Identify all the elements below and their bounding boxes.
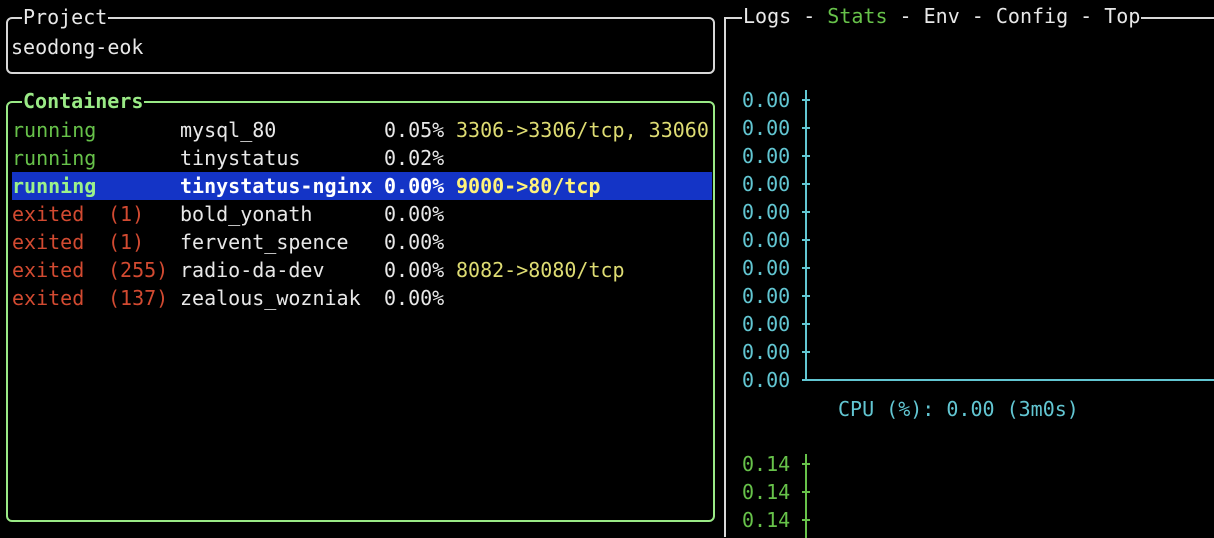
detail-pane-left-border: [724, 17, 726, 537]
container-cpu: 0.00%: [384, 174, 445, 198]
cpu-chart-tick-label: 0.00: [742, 340, 791, 364]
memory-chart-tick-label: 0.14: [742, 452, 791, 476]
container-cpu: 0.00%: [384, 202, 445, 226]
container-cpu: 0.02%: [384, 146, 445, 170]
container-exit-code: (255): [108, 258, 169, 282]
memory-chart-tick-label: 0.14: [742, 480, 791, 504]
container-ports: 9000->80/tcp: [456, 174, 601, 198]
tab-separator: -: [1068, 4, 1105, 28]
container-cpu: 0.00%: [384, 258, 445, 282]
container-state: exited: [12, 230, 85, 254]
cpu-chart-tick-label: 0.00: [742, 144, 791, 168]
container-row[interactable]: running tinystatus-nginx 0.00% 9000->80/tcp: [12, 172, 712, 200]
tab-config[interactable]: Config: [996, 4, 1068, 28]
container-row[interactable]: exited (137) zealous_wozniak 0.00%: [12, 284, 712, 312]
memory-chart-tick-label: 0.14: [742, 508, 791, 532]
tab-env[interactable]: Env: [924, 4, 960, 28]
container-cpu: 0.00%: [384, 286, 445, 310]
cpu-chart-tick-label: 0.00: [742, 200, 791, 224]
container-row[interactable]: exited (255) radio-da-dev 0.00% 8082->8080/t…: [12, 256, 712, 284]
tab-separator: -: [887, 4, 924, 28]
memory-chart-y-axis: [805, 454, 807, 538]
container-name: tinystatus: [180, 146, 301, 170]
container-state: exited: [12, 258, 85, 282]
container-exit-code: (1): [108, 202, 145, 226]
container-row[interactable]: exited (1) bold_yonath 0.00%: [12, 200, 712, 228]
tab-separator: -: [791, 4, 828, 28]
cpu-chart-tick-label: 0.00: [742, 116, 791, 140]
cpu-chart-y-axis: [805, 90, 807, 380]
tab-stats[interactable]: Stats: [827, 4, 887, 28]
project-pane-title: Project: [22, 3, 109, 31]
detail-tabs: Logs - Stats - Env - Config - Top: [742, 2, 1142, 30]
container-cpu: 0.00%: [384, 230, 445, 254]
container-name: zealous_wozniak: [180, 286, 361, 310]
container-state: exited: [12, 286, 85, 310]
container-state: running: [12, 174, 97, 198]
cpu-chart-tick-label: 0.00: [742, 88, 791, 112]
cpu-chart-tick-label: 0.00: [742, 172, 791, 196]
container-exit-code: (1): [108, 230, 145, 254]
cpu-chart-tick-label: 0.00: [742, 312, 791, 336]
container-ports: 3306->3306/tcp, 33060: [456, 118, 709, 142]
cpu-chart-tick-label: 0.00: [742, 284, 791, 308]
container-name: mysql_80: [180, 118, 277, 142]
containers-pane-title: Containers: [22, 87, 145, 115]
project-name: seodong-eok: [11, 35, 144, 59]
container-state: running: [12, 118, 97, 142]
cpu-chart-tick-label: 0.00: [742, 368, 791, 392]
container-row[interactable]: running mysql_80 0.05% 3306->3306/tcp, 3306…: [12, 116, 712, 144]
container-state: exited: [12, 202, 85, 226]
cpu-chart-caption: CPU (%): 0.00 (3m0s): [838, 397, 1079, 421]
container-row[interactable]: exited (1) fervent_spence 0.00%: [12, 228, 712, 256]
project-pane[interactable]: Project seodong-eok: [6, 3, 715, 74]
tab-logs[interactable]: Logs: [743, 4, 791, 28]
container-name: fervent_spence: [180, 230, 349, 254]
container-name: radio-da-dev: [180, 258, 325, 282]
containers-pane[interactable]: Containers running mysql_80 0.05% 3306->330…: [6, 87, 715, 522]
container-cpu: 0.05%: [384, 118, 445, 142]
container-name: bold_yonath: [180, 202, 313, 226]
container-ports: 8082->8080/tcp: [456, 258, 625, 282]
container-row[interactable]: running tinystatus 0.02%: [12, 144, 712, 172]
container-name: tinystatus-nginx: [180, 174, 373, 198]
cpu-chart-tick-label: 0.00: [742, 228, 791, 252]
tab-top[interactable]: Top: [1104, 4, 1140, 28]
container-state: running: [12, 146, 97, 170]
cpu-chart-x-axis: [805, 379, 1214, 381]
cpu-chart-tick-label: 0.00: [742, 256, 791, 280]
container-exit-code: (137): [108, 286, 169, 310]
tab-separator: -: [959, 4, 996, 28]
